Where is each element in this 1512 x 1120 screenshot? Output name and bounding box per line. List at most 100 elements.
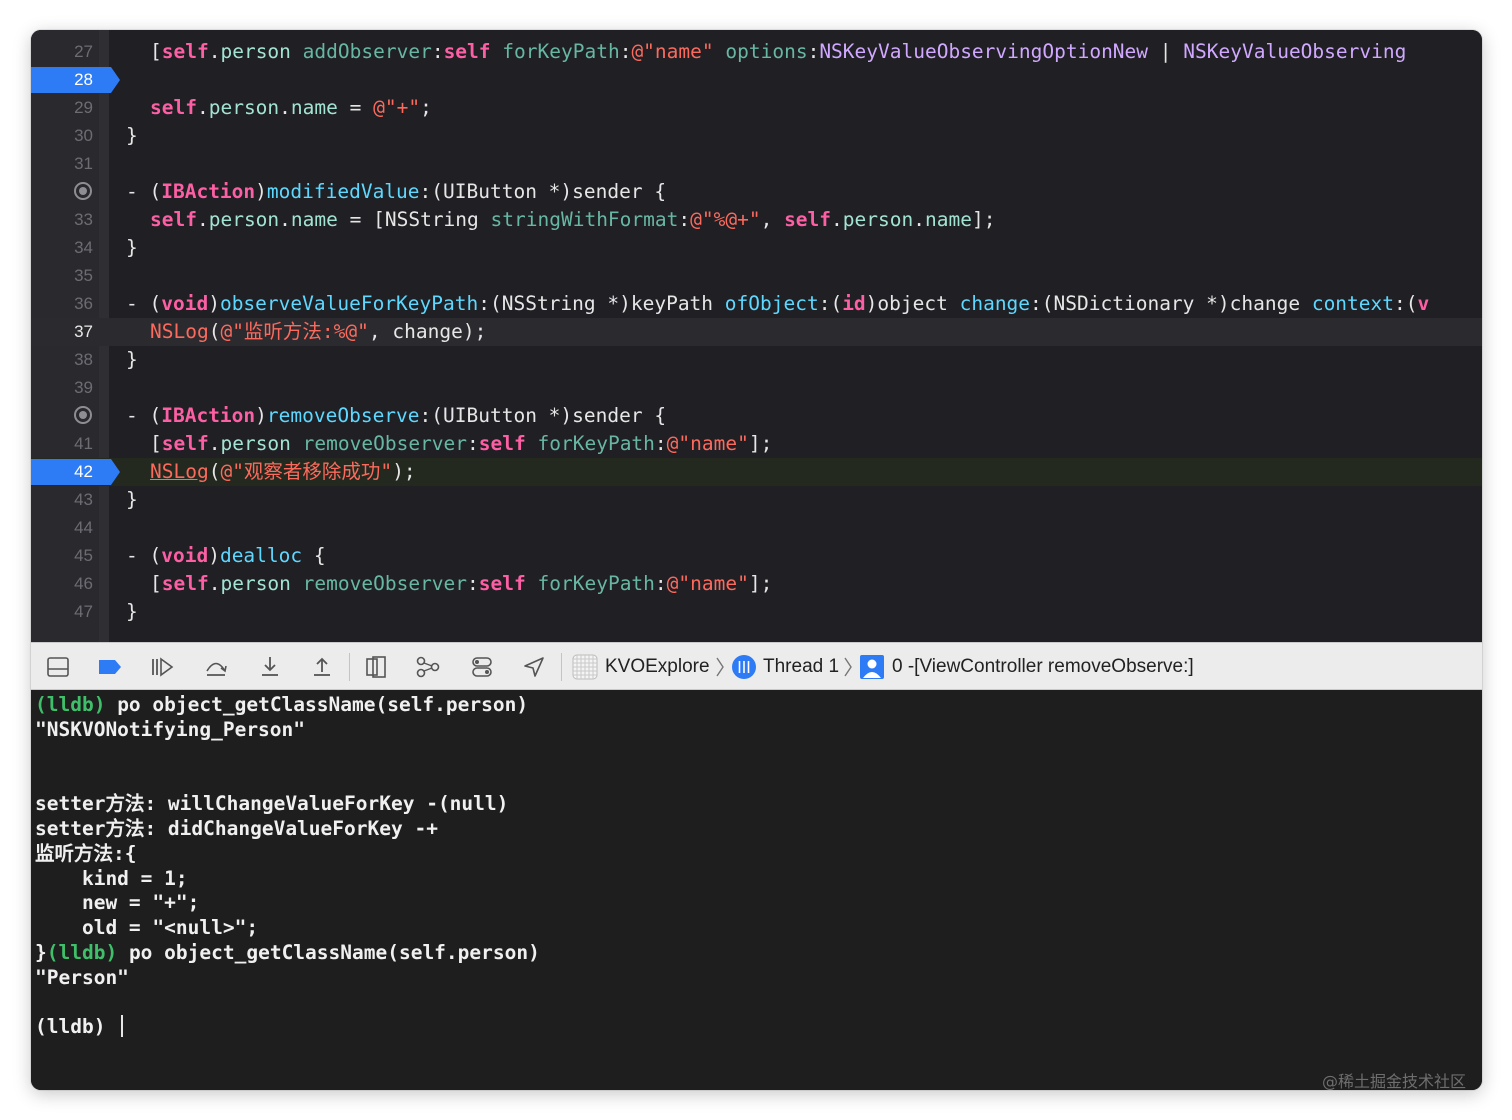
code-token: ]; xyxy=(748,572,773,595)
console-text: (lldb) xyxy=(35,1015,118,1039)
console-line: new = "+"; xyxy=(35,890,199,915)
console-line: setter方法: willChangeValueForKey -(null) xyxy=(35,791,508,816)
code-token: self xyxy=(478,572,526,595)
line-number: 34 xyxy=(74,238,93,257)
environment-overrides-icon[interactable] xyxy=(469,654,495,680)
step-out-icon[interactable] xyxy=(309,654,335,680)
step-over-icon[interactable] xyxy=(203,654,229,680)
code-line[interactable]: 33 self.person.name = [NSString stringWit… xyxy=(31,206,1482,234)
ibaction-connection-icon[interactable] xyxy=(74,406,92,424)
thread-icon xyxy=(731,654,757,680)
code-token: } xyxy=(126,600,138,623)
code-token: ) xyxy=(255,180,267,203)
code-text: } xyxy=(126,598,138,626)
code-token: UIButton xyxy=(443,404,537,427)
code-token: person xyxy=(842,208,914,231)
code-token: [ xyxy=(150,572,162,595)
continue-icon[interactable] xyxy=(149,654,175,680)
debug-toolbar: KVOExplore Thread 1 0 -[ViewController r… xyxy=(31,642,1482,690)
line-number: 29 xyxy=(74,98,93,117)
code-token: void xyxy=(161,292,209,315)
code-token: name xyxy=(924,208,972,231)
code-line[interactable]: 36- (void)observeValueForKeyPath:(NSStri… xyxy=(31,290,1482,318)
code-token: [ xyxy=(150,432,162,455)
code-line[interactable]: 46 [self.person removeObserver:self forKe… xyxy=(31,570,1482,598)
code-line[interactable]: 45 - (void)dealloc { xyxy=(31,542,1482,570)
lldb-console[interactable]: (lldb) po object_getClassName(self.perso… xyxy=(31,690,1482,1090)
code-token: @"监听方法:%@" xyxy=(220,320,369,343)
line-number: 33 xyxy=(74,210,93,229)
code-line[interactable]: 47} xyxy=(31,598,1482,626)
toolbar-separator xyxy=(349,653,350,681)
line-number: 43 xyxy=(74,490,93,509)
code-token: . xyxy=(831,208,843,231)
line-number: 28 xyxy=(74,70,93,89)
code-token: v xyxy=(1417,292,1430,315)
breakpoint-marker[interactable]: 28 xyxy=(31,67,120,93)
view-hierarchy-icon[interactable] xyxy=(363,654,389,680)
console-text: } xyxy=(35,941,47,964)
code-token: change xyxy=(959,292,1031,315)
code-line[interactable]: 43} xyxy=(31,486,1482,514)
code-token: ) xyxy=(208,544,220,567)
code-token: - ( xyxy=(126,292,162,315)
ibaction-connection-icon[interactable] xyxy=(74,182,92,200)
code-token: self xyxy=(161,432,209,455)
breadcrumb-app[interactable]: KVOExplore xyxy=(605,643,710,691)
code-line[interactable]: 44 xyxy=(31,514,1482,542)
watermark: @稀土掘金技术社区 xyxy=(1322,1072,1467,1091)
code-token: , change); xyxy=(368,320,487,343)
code-line[interactable]: 34} xyxy=(31,234,1482,262)
code-line[interactable]: - (IBAction)modifiedValue:(UIButton *)se… xyxy=(31,178,1482,206)
code-token: ) xyxy=(255,404,267,427)
code-line[interactable]: 39 xyxy=(31,374,1482,402)
code-token: ( xyxy=(208,320,221,343)
memory-graph-icon[interactable] xyxy=(415,654,441,680)
breadcrumb-thread[interactable]: Thread 1 xyxy=(763,643,839,691)
code-token: = [ xyxy=(337,208,385,231)
code-text: - (IBAction)modifiedValue:(UIButton *)se… xyxy=(126,178,666,206)
code-token: name xyxy=(290,96,338,119)
hide-debug-area-icon[interactable] xyxy=(45,654,71,680)
code-token: ]; xyxy=(748,432,773,455)
code-token: - ( xyxy=(126,180,162,203)
code-line[interactable]: 42 NSLog(@"观察者移除成功"); xyxy=(31,458,1482,486)
code-token: IBAction xyxy=(161,180,256,203)
simulate-location-icon[interactable] xyxy=(521,654,547,680)
code-token: *)sender { xyxy=(536,180,667,203)
code-line[interactable]: 30} xyxy=(31,122,1482,150)
code-line[interactable]: 38} xyxy=(31,346,1482,374)
code-line[interactable]: - (IBAction)removeObserve:(UIButton *)se… xyxy=(31,402,1482,430)
code-token: : xyxy=(678,208,691,231)
code-token: : xyxy=(467,432,479,455)
code-token: . xyxy=(208,572,221,595)
console-line: setter方法: didChangeValueForKey -+ xyxy=(35,816,438,841)
code-line[interactable]: 37 NSLog(@"监听方法:%@", change); xyxy=(31,318,1482,346)
code-line[interactable]: 35 xyxy=(31,262,1482,290)
console-text: setter方法: willChangeValueForKey -(null) xyxy=(35,792,509,816)
code-token: *)change xyxy=(1194,292,1312,315)
breadcrumb-frame[interactable]: 0 -[ViewController removeObserve:] xyxy=(892,643,1194,691)
code-token: stringWithFormat xyxy=(490,208,679,231)
line-number: 30 xyxy=(74,126,93,145)
code-token: ]; xyxy=(971,208,996,231)
code-line[interactable]: 27 [self.person addObserver:self forKeyPa… xyxy=(31,38,1482,66)
code-token: :( xyxy=(818,292,843,315)
code-token: :( xyxy=(478,292,502,315)
code-line[interactable]: 29 self.person.name = @"+"; xyxy=(31,94,1482,122)
code-token: : xyxy=(431,40,444,63)
code-token: | xyxy=(1148,40,1184,63)
code-token: - ( xyxy=(126,404,162,427)
code-token: . xyxy=(279,96,291,119)
source-editor[interactable]: 27 [self.person addObserver:self forKeyPa… xyxy=(31,30,1482,642)
breakpoint-marker[interactable]: 42 xyxy=(31,459,120,485)
code-line[interactable]: 31 xyxy=(31,150,1482,178)
line-number: 35 xyxy=(74,266,93,285)
breakpoints-toggle-icon[interactable] xyxy=(97,654,123,680)
code-token: forKeyPath xyxy=(537,572,655,595)
step-into-icon[interactable] xyxy=(257,654,283,680)
console-text: po object_getClassName(self.person) xyxy=(105,693,529,716)
code-line[interactable]: 28 xyxy=(31,66,1482,94)
code-line[interactable]: 41 [self.person removeObserver:self forKe… xyxy=(31,430,1482,458)
